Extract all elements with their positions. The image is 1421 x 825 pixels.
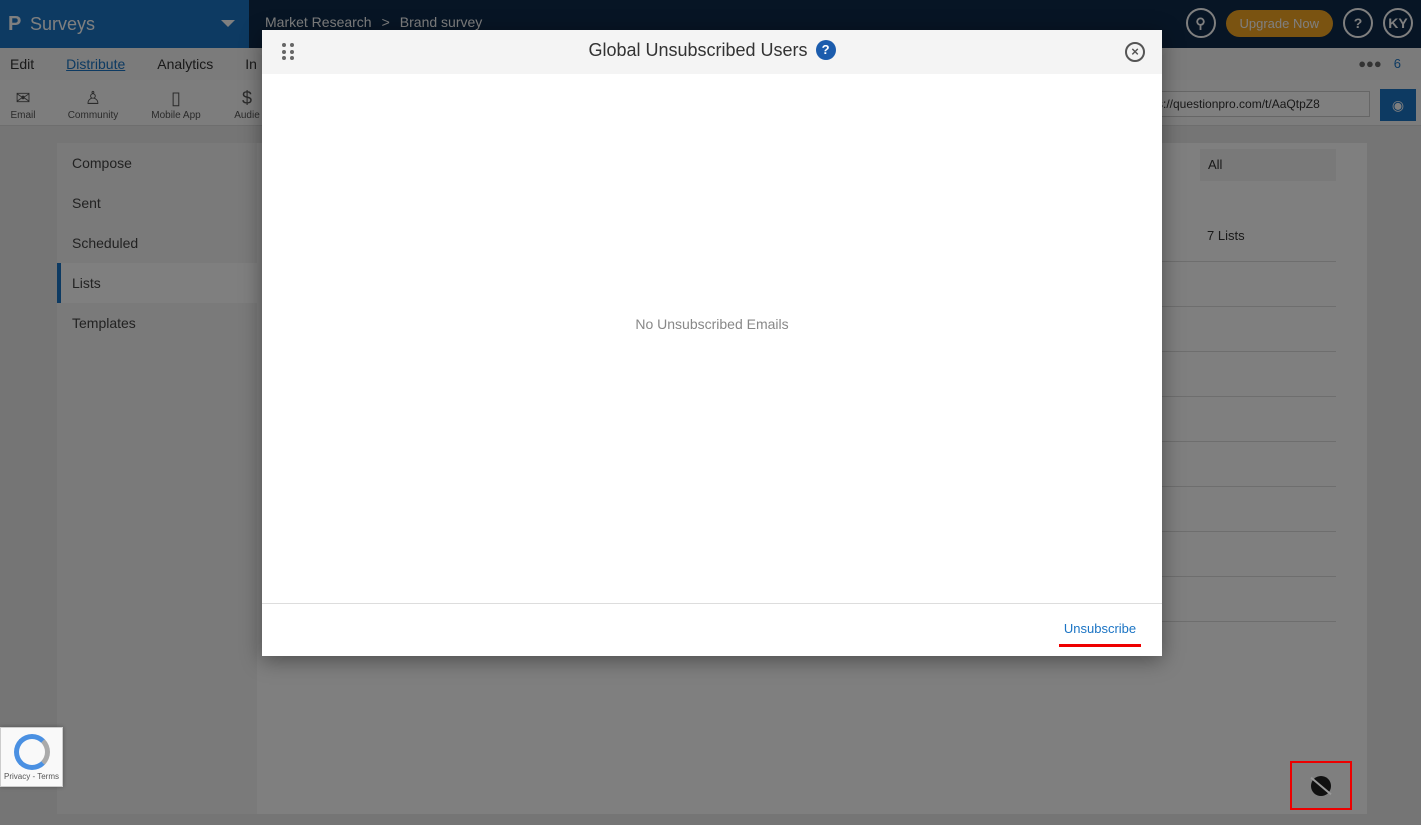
- global-unsubscribed-dialog: Global Unsubscribed Users? × No Unsubscr…: [262, 30, 1162, 656]
- help-icon[interactable]: ?: [815, 40, 836, 60]
- close-icon[interactable]: ×: [1125, 42, 1145, 62]
- dialog-header: Global Unsubscribed Users? ×: [262, 30, 1162, 74]
- recaptcha-links[interactable]: Privacy - Terms: [1, 772, 62, 781]
- hide-visibility-button[interactable]: [1290, 761, 1352, 810]
- dialog-footer: Unsubscribe: [262, 603, 1162, 656]
- recaptcha-icon: [13, 734, 50, 770]
- recaptcha-badge[interactable]: Privacy - Terms: [0, 727, 63, 787]
- empty-state-message: No Unsubscribed Emails: [635, 316, 789, 332]
- dialog-title-row: Global Unsubscribed Users?: [262, 40, 1162, 61]
- unsubscribe-button[interactable]: Unsubscribe: [1059, 621, 1141, 647]
- eye-off-icon: [1311, 775, 1331, 796]
- dialog-title: Global Unsubscribed Users: [588, 40, 808, 60]
